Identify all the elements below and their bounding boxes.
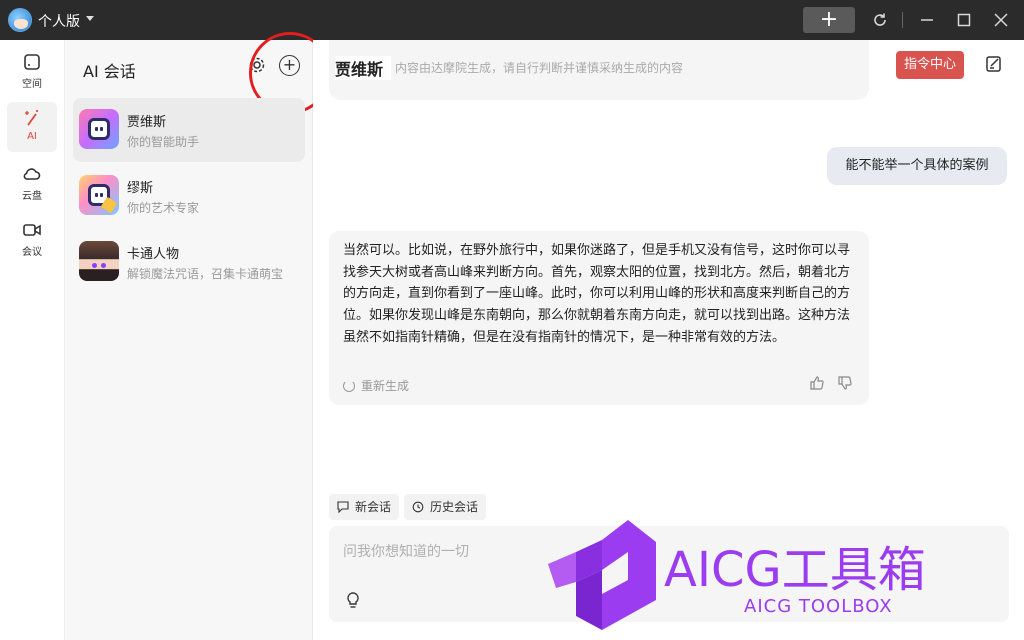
watermark-subtitle: AICG TOOLBOX	[744, 596, 893, 617]
chat-title: 贾维斯	[335, 56, 392, 80]
watermark-title: AICG工具箱	[664, 542, 926, 598]
close-button[interactable]	[989, 8, 1013, 32]
thumbs-down-icon[interactable]	[837, 375, 853, 391]
session-desc: 你的艺术专家	[127, 201, 200, 215]
rail-item-ai[interactable]: AI	[7, 102, 57, 152]
chat-disclaimer: 内容由达摩院生成，请自行判断并谨慎采纳生成的内容	[395, 61, 684, 75]
session-name: 贾维斯	[127, 115, 167, 130]
new-session-label: 新会话	[355, 500, 392, 514]
rail-item-label: 云盘	[22, 191, 42, 202]
session-desc: 解锁魔法咒语，召集卡通萌宝	[127, 267, 284, 281]
refresh-icon	[343, 380, 355, 392]
aicg-logo	[548, 520, 656, 630]
cartoon-girl-avatar	[79, 241, 119, 281]
history-label: 历史会话	[430, 500, 479, 514]
cloud-icon	[23, 168, 41, 180]
square-icon	[24, 54, 40, 70]
caret-down-icon[interactable]	[86, 16, 94, 21]
session-desc: 你的智能助手	[127, 135, 200, 149]
session-item-jarvis[interactable]: 贾维斯 你的智能助手	[73, 98, 305, 162]
robot-painter-avatar-icon	[79, 175, 119, 215]
session-panel: AI 会话 + 贾维斯 你的智能助手 缪斯 你的艺术专家 卡通人物 解锁魔法咒语…	[65, 32, 331, 640]
edit-note-icon[interactable]	[985, 55, 1003, 73]
rail-item-space[interactable]: 空间	[7, 46, 57, 96]
thumbs-up-icon[interactable]	[809, 375, 825, 391]
session-item-cartoon[interactable]: 卡通人物 解锁魔法咒语，召集卡通萌宝	[73, 230, 305, 294]
maximize-button[interactable]	[952, 8, 976, 32]
session-item-muse[interactable]: 缪斯 你的艺术专家	[73, 164, 305, 228]
new-session-button[interactable]: 新会话	[329, 494, 400, 520]
magic-wand-icon	[25, 110, 38, 126]
rail-item-label: 空间	[22, 79, 42, 90]
rail-item-cloud[interactable]: 云盘	[7, 158, 57, 208]
rail-item-label: 会议	[22, 247, 42, 258]
sync-icon[interactable]	[868, 8, 892, 32]
edition-label[interactable]: 个人版	[38, 11, 80, 31]
rail-item-meeting[interactable]: 会议	[7, 214, 57, 264]
rail-item-label: AI	[27, 131, 37, 142]
input-placeholder: 问我你想知道的一切	[343, 544, 469, 560]
ai-message-bubble: 当然可以。比如说，在野外旅行中，如果你迷路了，但是手机又没有信号，这时你可以寻找…	[329, 231, 869, 405]
ai-message-text: 当然可以。比如说，在野外旅行中，如果你迷路了，但是手机又没有信号，这时你可以寻找…	[343, 243, 851, 345]
regenerate-label: 重新生成	[361, 379, 410, 393]
user-message-bubble: 能不能举一个具体的案例	[827, 147, 1007, 185]
new-tab-button[interactable]: +	[803, 7, 855, 33]
lightbulb-icon[interactable]	[345, 592, 361, 610]
robot-avatar-icon	[79, 109, 119, 149]
minimize-button[interactable]	[915, 8, 939, 32]
user-avatar[interactable]	[8, 8, 32, 32]
session-name: 缪斯	[127, 181, 154, 196]
chat-bubble-icon	[337, 501, 349, 513]
titlebar-divider	[902, 12, 903, 28]
session-panel-title: AI 会话	[83, 62, 136, 81]
command-center-button[interactable]: 指令中心	[896, 51, 964, 79]
regenerate-button[interactable]: 重新生成	[343, 377, 409, 394]
left-rail: 空间 AI 云盘 会议	[0, 40, 65, 640]
history-clock-icon	[412, 501, 424, 513]
title-bar: 个人版 +	[0, 0, 1024, 40]
history-button[interactable]: 历史会话	[404, 494, 487, 520]
video-camera-icon	[23, 224, 41, 236]
session-name: 卡通人物	[127, 247, 180, 262]
